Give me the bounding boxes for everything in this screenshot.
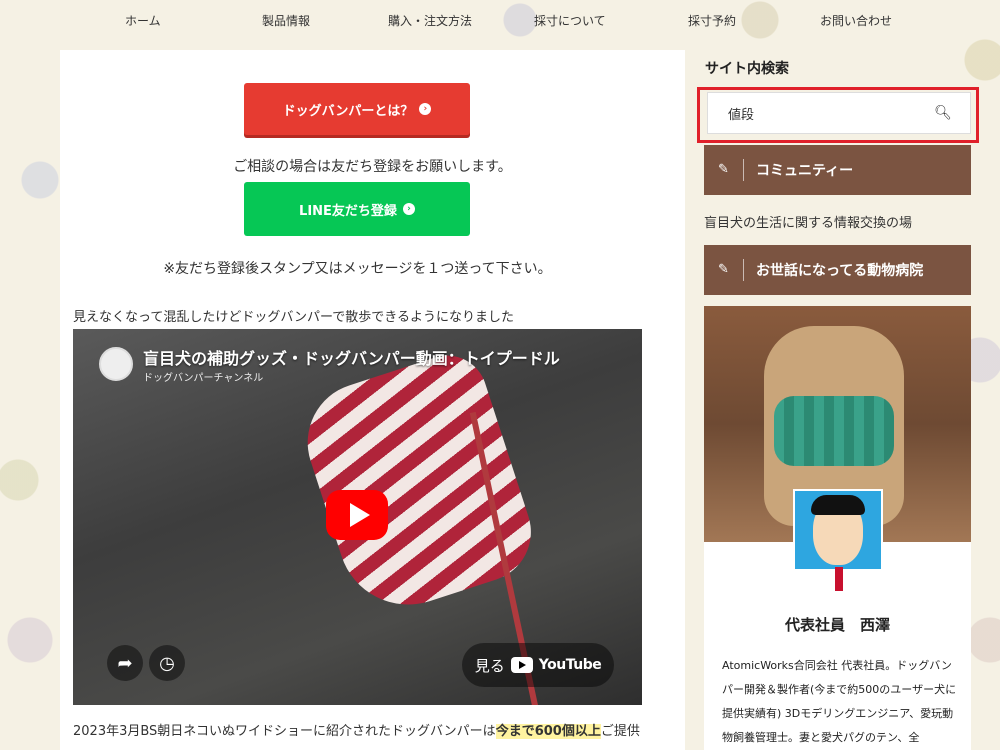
main-content: ドッグバンパーとは？ › ご相談の場合は友だち登録をお願いします。 LINE友だ… <box>60 50 685 750</box>
nav-item-measure[interactable]: 採寸について <box>534 12 606 29</box>
nav-item-reserve[interactable]: 採寸予約 <box>688 12 736 29</box>
video-channel-name[interactable]: ドッグバンパーチャンネル <box>143 369 263 384</box>
video-title[interactable]: 盲目犬の補助グッズ・ドッグバンパー動画：トイプードル <box>143 345 560 369</box>
nav-item-products[interactable]: 製品情報 <box>262 12 310 29</box>
nav-item-home[interactable]: ホーム <box>125 12 161 29</box>
profile-avatar <box>793 489 883 593</box>
play-button[interactable] <box>326 490 388 540</box>
youtube-label: YouTube <box>538 657 602 673</box>
nav-item-purchase[interactable]: 購入・注文方法 <box>388 12 472 29</box>
share-icon[interactable]: ➦ <box>107 645 143 681</box>
youtube-logo-icon <box>510 657 533 673</box>
line-friend-label: LINE友だち登録 <box>299 203 397 219</box>
edit-icon: ✎ <box>704 159 744 181</box>
chevron-right-icon: › <box>419 103 432 115</box>
nav-item-contact[interactable]: お問い合わせ <box>820 12 892 29</box>
search-form: 🔍︎ <box>707 92 971 134</box>
community-widget-header: ✎ コミュニティー <box>704 145 971 195</box>
profile-bio: AtomicWorks合同会社 代表社員。ドッグバンパー開発＆製作者(今まで約5… <box>722 659 957 744</box>
community-widget-title: コミュニティー <box>756 163 854 179</box>
line-friend-button[interactable]: LINE友だち登録 › <box>244 182 470 236</box>
avatar-hair <box>811 495 865 515</box>
site-search-heading: サイト内検索 <box>705 61 789 77</box>
dog-sweater-image <box>774 396 894 466</box>
youtube-video-embed[interactable]: 盲目犬の補助グッズ・ドッグバンパー動画：トイプードル ドッグバンパーチャンネル … <box>73 329 642 705</box>
search-icon[interactable]: 🔍︎ <box>928 105 958 121</box>
about-dogbumper-label: ドッグバンパーとは？ <box>282 103 414 119</box>
stamp-instruction-text: ※友だち登録後スタンプ又はメッセージを１つ送って下さい。 <box>163 261 552 277</box>
search-input[interactable] <box>708 105 928 121</box>
hospital-widget-header: ✎ お世話になってる動物病院 <box>704 245 971 295</box>
watch-on-youtube-button[interactable]: 見る YouTube <box>462 643 614 687</box>
about-dogbumper-button[interactable]: ドッグバンパーとは？ › <box>244 83 470 135</box>
profile-name: 代表社員 西澤 <box>784 616 890 634</box>
watch-on-label: 見る <box>474 656 505 675</box>
intro-text-prefix: 2023年3月BS朝日ネコいぬワイドショーに紹介されたドッグバンパーは <box>73 724 496 739</box>
top-navigation: ホーム 製品情報 購入・注文方法 採寸について 採寸予約 お問い合わせ <box>60 0 940 44</box>
intro-text-highlight: 今まで600個以上 <box>495 724 601 739</box>
chevron-right-icon: › <box>402 203 415 215</box>
watch-later-clock-icon[interactable]: ◷ <box>149 645 185 681</box>
intro-paragraph: 2023年3月BS朝日ネコいぬワイドショーに紹介されたドッグバンパーは今まで60… <box>73 720 640 739</box>
community-link[interactable]: 盲目犬の生活に関する情報交換の場 <box>704 212 912 231</box>
avatar-tie <box>835 567 843 591</box>
video-caption: 見えなくなって混乱したけどドッグバンパーで散歩できるようになりました <box>73 310 514 325</box>
consult-text: ご相談の場合は友だち登録をお願いします。 <box>233 159 512 175</box>
edit-icon: ✎ <box>704 259 744 281</box>
channel-avatar[interactable] <box>99 347 133 381</box>
intro-text-suffix: ご提供 <box>600 724 640 739</box>
hospital-widget-title: お世話になってる動物病院 <box>756 263 924 279</box>
